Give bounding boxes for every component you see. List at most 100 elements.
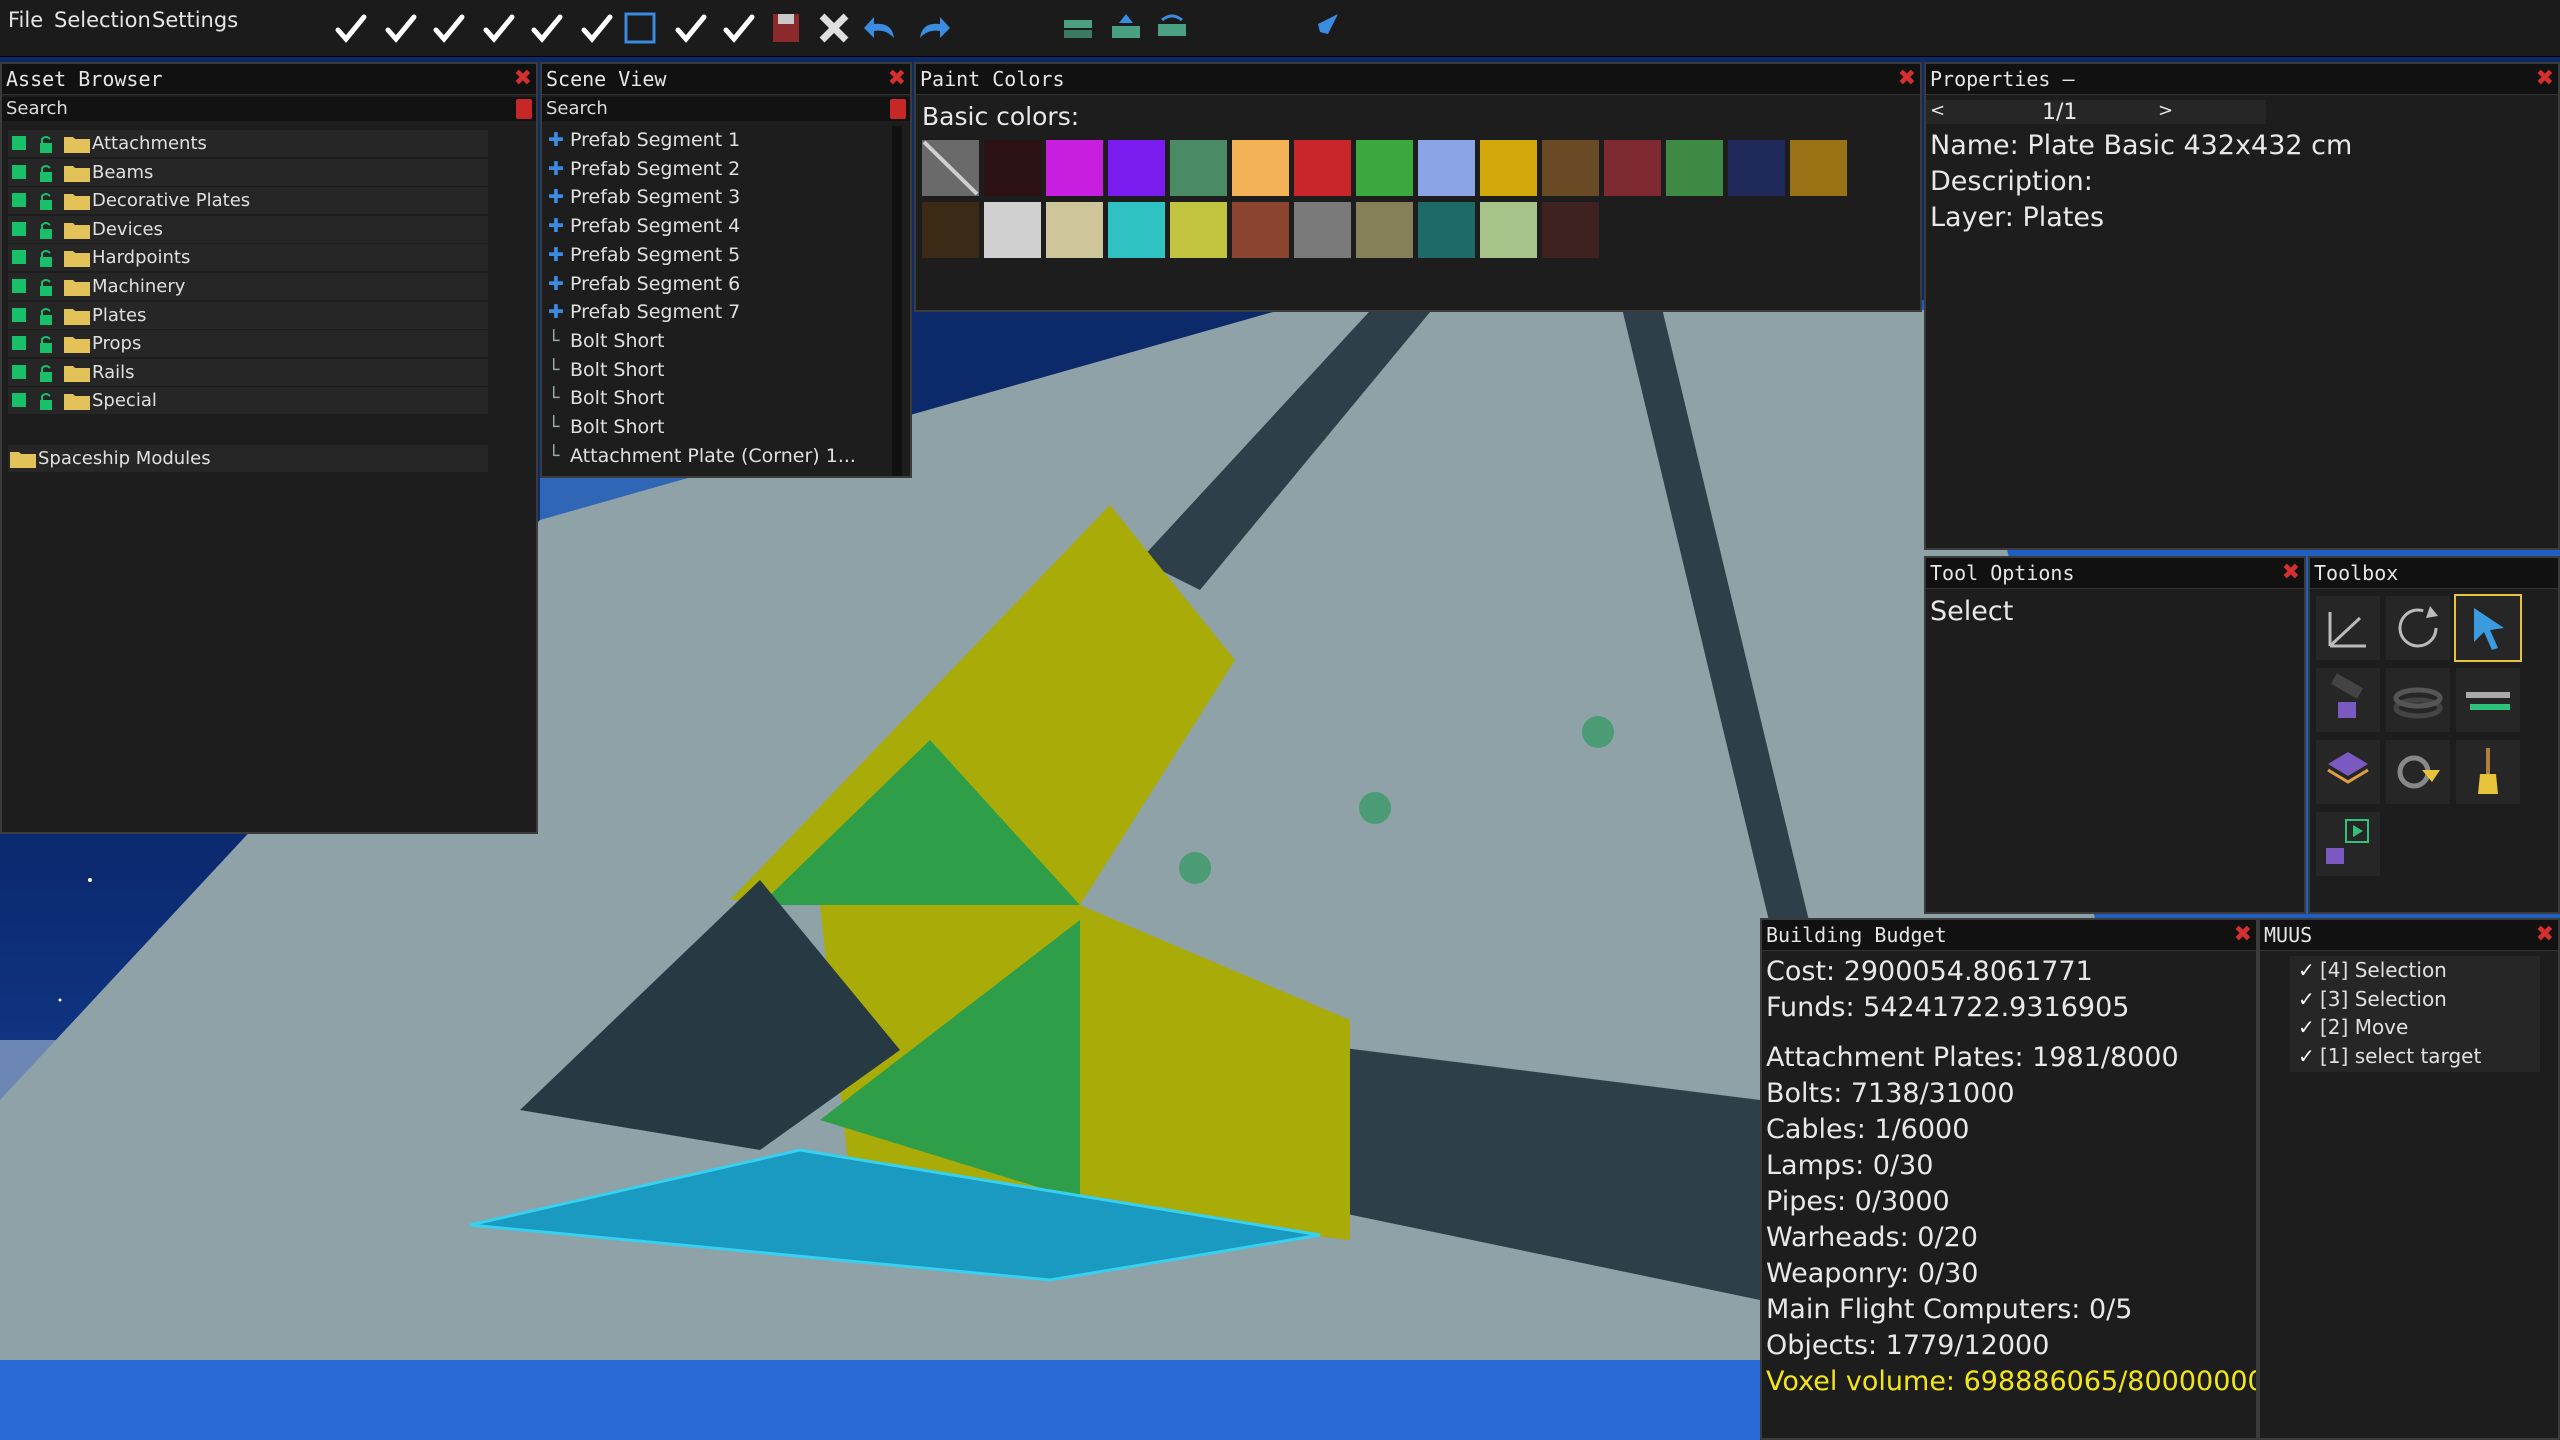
voxel-grid-icon[interactable] <box>2314 738 2382 806</box>
rotate-icon[interactable] <box>2384 594 2452 662</box>
muus-history-item[interactable]: ✓ [4] Selection <box>2298 956 2447 984</box>
color-swatch[interactable] <box>1170 140 1227 196</box>
scene-item[interactable]: ✚ Prefab Segment 7 <box>548 298 910 326</box>
scene-scrollbar[interactable] <box>892 126 902 476</box>
close-icon[interactable]: ✖ <box>514 64 532 94</box>
trash-icon[interactable] <box>516 99 532 119</box>
color-swatch[interactable] <box>1046 202 1103 258</box>
stack-rotate-icon[interactable] <box>1152 8 1192 48</box>
close-icon[interactable] <box>814 8 854 48</box>
check-icon[interactable] <box>526 8 566 48</box>
asset-folder-item[interactable]: Spaceship Modules <box>8 444 488 472</box>
color-swatch[interactable] <box>1170 202 1227 258</box>
visibility-toggle-icon[interactable] <box>12 307 26 322</box>
scene-item[interactable]: └ Attachment Plate (Corner) 1... <box>548 442 910 470</box>
color-swatch[interactable] <box>1232 140 1289 196</box>
visibility-toggle-icon[interactable] <box>12 279 26 293</box>
asset-search-input[interactable]: Search <box>2 97 536 121</box>
asset-folder-item[interactable]: Plates <box>8 301 488 329</box>
lock-icon[interactable] <box>38 391 54 411</box>
visibility-toggle-icon[interactable] <box>12 364 26 379</box>
visibility-toggle-icon[interactable] <box>12 221 26 236</box>
trash-icon[interactable] <box>890 99 906 119</box>
visibility-toggle-icon[interactable] <box>12 336 26 351</box>
scene-item[interactable]: ✚ Prefab Segment 6 <box>548 270 910 298</box>
scene-item[interactable]: └ Bolt Short <box>548 327 910 355</box>
no-color-swatch[interactable] <box>922 140 979 196</box>
scrollbar-thumb[interactable] <box>892 126 902 476</box>
paint-brush-icon[interactable] <box>2454 738 2522 806</box>
scene-item[interactable]: ✚ Prefab Segment 3 <box>548 183 910 211</box>
prev-page-button[interactable]: < <box>1930 100 1945 121</box>
color-swatch[interactable] <box>1666 140 1723 196</box>
expand-icon[interactable]: ✚ <box>548 155 570 183</box>
check-icon[interactable] <box>478 8 518 48</box>
color-swatch[interactable] <box>1418 140 1475 196</box>
lock-icon[interactable] <box>38 163 54 182</box>
asset-folder-item[interactable]: Special <box>8 387 488 415</box>
next-page-button[interactable]: > <box>2158 100 2173 121</box>
close-icon[interactable]: ✖ <box>2282 558 2300 588</box>
scene-item[interactable]: └ Bolt Short <box>548 413 910 441</box>
muus-history-item[interactable]: ✓ [1] select target <box>2298 1042 2481 1070</box>
select-cursor-icon[interactable] <box>2454 594 2522 662</box>
expand-icon[interactable]: ✚ <box>548 183 570 211</box>
lock-icon[interactable] <box>38 191 54 211</box>
color-swatch[interactable] <box>1542 140 1599 196</box>
lock-icon[interactable] <box>38 334 54 354</box>
asset-folder-item[interactable]: Beams <box>8 158 488 186</box>
visibility-toggle-icon[interactable] <box>12 393 26 408</box>
play-script-icon[interactable] <box>2314 810 2382 878</box>
color-swatch[interactable] <box>1108 140 1165 196</box>
muus-history-item[interactable]: ✓ [3] Selection <box>2298 985 2447 1013</box>
asset-folder-item[interactable]: Decorative Plates <box>8 187 488 215</box>
scene-item[interactable]: ✚ Prefab Segment 1 <box>548 126 910 154</box>
color-swatch[interactable] <box>1294 140 1351 196</box>
muus-history-item[interactable]: ✓ [2] Move <box>2298 1013 2408 1041</box>
wrench-icon[interactable] <box>2454 666 2522 734</box>
check-icon[interactable] <box>718 8 758 48</box>
asset-folder-item[interactable]: Rails <box>8 358 488 386</box>
check-icon[interactable] <box>330 8 370 48</box>
pipe-rotate-icon[interactable] <box>2384 738 2452 806</box>
close-icon[interactable]: ✖ <box>1898 64 1916 94</box>
close-icon[interactable]: ✖ <box>888 64 906 94</box>
color-swatch[interactable] <box>1542 202 1599 258</box>
color-swatch[interactable] <box>1604 140 1661 196</box>
scene-item[interactable]: └ Bolt Short <box>548 384 910 412</box>
ship-icon[interactable] <box>1304 8 1344 48</box>
color-swatch[interactable] <box>984 140 1041 196</box>
save-icon[interactable] <box>766 8 806 48</box>
scene-search-input[interactable]: Search <box>542 97 910 121</box>
bolt-tool-icon[interactable] <box>2314 666 2382 734</box>
lock-icon[interactable] <box>38 220 54 239</box>
asset-folder-item[interactable]: Machinery <box>8 273 488 300</box>
check-icon[interactable] <box>670 8 710 48</box>
lock-icon[interactable] <box>38 134 54 153</box>
visibility-toggle-icon[interactable] <box>12 164 26 179</box>
color-swatch[interactable] <box>1232 202 1289 258</box>
color-swatch[interactable] <box>984 202 1041 258</box>
close-icon[interactable]: ✖ <box>2536 64 2554 94</box>
color-swatch[interactable] <box>1046 140 1103 196</box>
scene-item[interactable]: ✚ Prefab Segment 4 <box>548 212 910 240</box>
color-swatch[interactable] <box>1480 140 1537 196</box>
expand-icon[interactable]: ✚ <box>548 212 570 240</box>
visibility-toggle-icon[interactable] <box>12 193 26 208</box>
cable-coil-icon[interactable] <box>2384 666 2452 734</box>
stack-up-icon[interactable] <box>1106 8 1146 48</box>
redo-icon[interactable] <box>912 8 952 48</box>
color-swatch[interactable] <box>1356 202 1413 258</box>
square-icon[interactable] <box>620 8 660 48</box>
lock-icon[interactable] <box>38 306 54 325</box>
scene-item[interactable]: └ Bolt Short <box>548 356 910 384</box>
close-icon[interactable]: ✖ <box>2536 920 2554 950</box>
color-swatch[interactable] <box>1790 140 1847 196</box>
color-swatch[interactable] <box>1480 202 1537 258</box>
color-swatch[interactable] <box>1294 202 1351 258</box>
color-swatch[interactable] <box>922 202 979 258</box>
asset-folder-item[interactable]: Devices <box>8 215 488 243</box>
expand-icon[interactable]: ✚ <box>548 241 570 269</box>
asset-folder-item[interactable]: Hardpoints <box>8 244 488 272</box>
scene-item[interactable]: ✚ Prefab Segment 5 <box>548 241 910 269</box>
